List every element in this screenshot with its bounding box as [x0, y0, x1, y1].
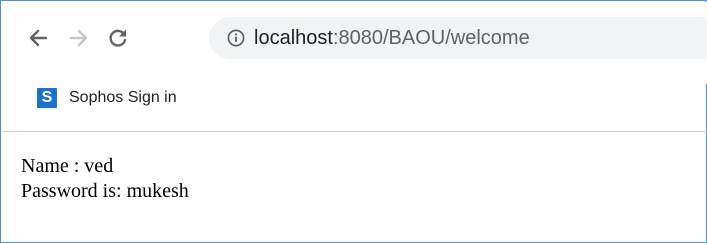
bookmarks-bar: S Sophos Sign in	[37, 85, 177, 111]
bookmark-sophos-sign-in[interactable]: Sophos Sign in	[69, 89, 177, 107]
back-button[interactable]	[24, 24, 52, 52]
name-line: Name : ved	[21, 155, 114, 177]
url-path: :8080/BAOU/welcome	[332, 27, 530, 49]
reload-button[interactable]	[104, 24, 132, 52]
password-line: Password is: mukesh	[21, 180, 189, 202]
reload-icon	[109, 29, 127, 47]
arrow-right-icon	[69, 29, 88, 47]
page-content: Name : ved Password is: mukesh	[21, 154, 189, 204]
url-host: localhost	[254, 27, 333, 49]
info-icon[interactable]	[227, 29, 245, 47]
browser-window: localhost:8080/BAOU/welcome S Sophos Sig…	[0, 0, 707, 243]
browser-toolbar: localhost:8080/BAOU/welcome	[2, 2, 707, 84]
sophos-icon: S	[37, 88, 57, 108]
url-text[interactable]: localhost:8080/BAOU/welcome	[254, 27, 530, 49]
arrow-left-icon	[29, 29, 48, 47]
forward-button[interactable]	[65, 24, 93, 52]
address-bar[interactable]: localhost:8080/BAOU/welcome	[209, 17, 707, 59]
toolbar-divider	[2, 131, 707, 132]
